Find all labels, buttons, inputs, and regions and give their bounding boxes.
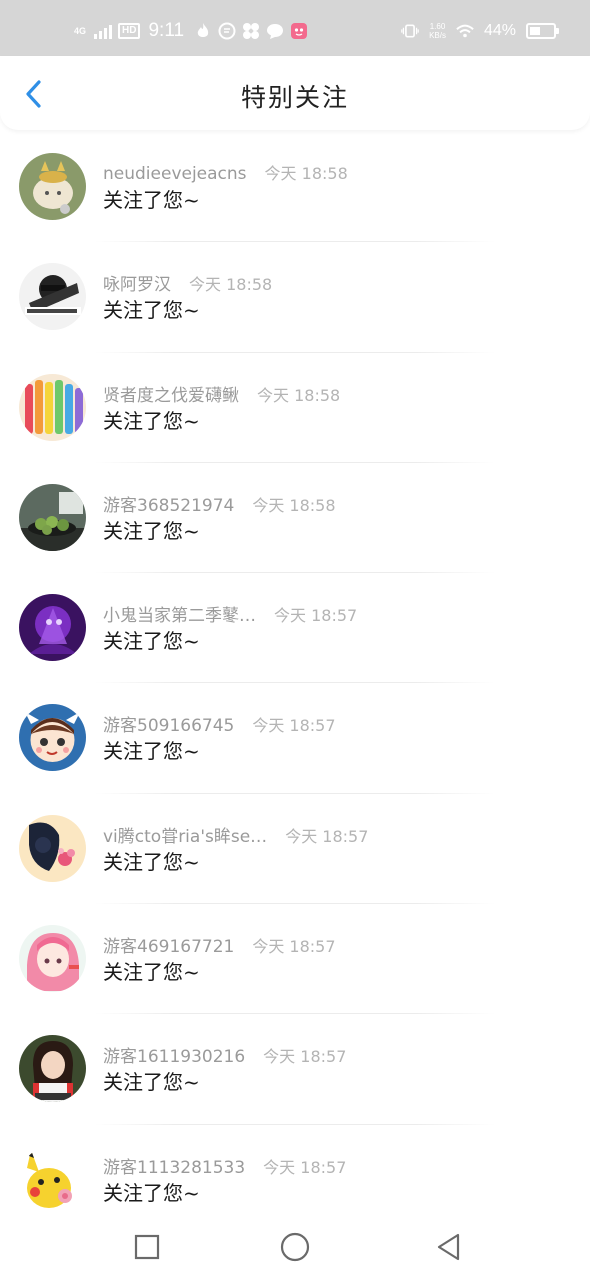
battery-icon [526, 23, 559, 39]
chat-bubble-icon [266, 22, 284, 40]
action-text: 关注了您~ [103, 408, 200, 433]
nav-bar: 特别关注 [0, 56, 590, 130]
username[interactable]: vi腾cto甞ria's眸se… [103, 822, 267, 847]
avatar[interactable] [19, 153, 86, 220]
action-text: 关注了您~ [103, 739, 200, 764]
list-item[interactable]: 游客509166745 今天 18:57 关注了您~ [0, 683, 590, 794]
timestamp: 今天 18:57 [252, 716, 336, 736]
timestamp: 今天 18:57 [252, 937, 336, 957]
username[interactable]: 游客509166745 [103, 711, 234, 736]
status-bar: 4G HD 9:11 1.60 KB/s 44% [0, 0, 590, 56]
action-text: 关注了您~ [103, 1180, 200, 1205]
username[interactable]: neudieevejeacns [103, 164, 247, 184]
avatar[interactable] [19, 1145, 86, 1213]
row-header: 游客509166745 今天 18:57 [103, 711, 336, 736]
circle-icon [280, 1232, 310, 1262]
action-text: 关注了您~ [103, 629, 200, 654]
list-item[interactable]: neudieevejeacns 今天 18:58 关注了您~ [0, 132, 590, 243]
username[interactable]: 游客1113281533 [103, 1153, 245, 1178]
timestamp: 今天 18:58 [257, 385, 341, 405]
row-header: 游客469167721 今天 18:57 [103, 932, 336, 957]
square-icon [134, 1234, 160, 1260]
network-speed: 1.60 KB/s [429, 22, 446, 40]
timestamp: 今天 18:57 [263, 1157, 347, 1177]
app-pink-icon [290, 22, 308, 40]
action-text: 关注了您~ [103, 298, 200, 323]
hd-badge: HD [118, 23, 141, 39]
app-notification-icon [218, 22, 236, 40]
row-header: 贤者度之伐爱礴鳅 今天 18:58 [103, 381, 340, 406]
avatar[interactable] [19, 594, 86, 662]
follow-list: neudieevejeacns 今天 18:58 关注了您~ 咏阿罗汉 今天 1… [0, 132, 590, 1235]
status-right: 1.60 KB/s 44% [401, 18, 559, 44]
list-item[interactable]: 贤者度之伐爱礴鳅 今天 18:58 关注了您~ [0, 353, 590, 463]
list-item[interactable]: 小鬼当家第二季鼕… 今天 18:57 关注了您~ [0, 573, 590, 684]
action-text: 关注了您~ [103, 188, 200, 212]
action-text: 关注了您~ [103, 518, 200, 543]
row-header: neudieevejeacns 今天 18:58 [103, 160, 348, 184]
avatar[interactable] [19, 925, 86, 993]
status-time: 9:11 [148, 20, 185, 41]
battery-level-fill [530, 27, 540, 35]
system-nav-bar [0, 1212, 590, 1280]
row-header: 游客1611930216 今天 18:57 [103, 1042, 346, 1067]
timestamp: 今天 18:57 [274, 606, 358, 626]
system-back-button[interactable] [432, 1230, 466, 1264]
list-item[interactable]: vi腾cto甞ria's眸se… 今天 18:57 关注了您~ [0, 794, 590, 905]
avatar[interactable] [19, 263, 86, 331]
avatar[interactable] [19, 704, 86, 772]
speed-unit: KB/s [429, 31, 446, 40]
username[interactable]: 咏阿罗汉 [103, 270, 171, 295]
home-button[interactable] [278, 1230, 312, 1264]
fan-icon [242, 22, 260, 40]
row-header: 游客368521974 今天 18:58 [103, 491, 336, 516]
username[interactable]: 游客1611930216 [103, 1042, 245, 1067]
timestamp: 今天 18:58 [264, 164, 348, 183]
timestamp: 今天 18:57 [263, 1047, 347, 1067]
recents-button[interactable] [130, 1230, 164, 1264]
avatar[interactable] [19, 1035, 86, 1103]
avatar[interactable] [19, 483, 86, 551]
battery-percent: 44% [483, 22, 516, 39]
list-item[interactable]: 游客469167721 今天 18:57 关注了您~ [0, 904, 590, 1015]
username[interactable]: 贤者度之伐爱礴鳅 [103, 381, 239, 406]
avatar[interactable] [19, 814, 86, 882]
fire-icon [194, 22, 212, 40]
avatar[interactable] [19, 373, 86, 441]
signal-icon [94, 23, 113, 39]
row-header: vi腾cto甞ria's眸se… 今天 18:57 [103, 822, 368, 847]
action-text: 关注了您~ [103, 1070, 200, 1095]
action-text: 关注了您~ [103, 849, 200, 874]
timestamp: 今天 18:58 [189, 275, 273, 295]
triangle-back-icon [437, 1233, 460, 1261]
timestamp: 今天 18:58 [252, 495, 336, 515]
row-header: 咏阿罗汉 今天 18:58 [103, 270, 272, 295]
list-item[interactable]: 咏阿罗汉 今天 18:58 关注了您~ [0, 242, 590, 353]
row-header: 游客1113281533 今天 18:57 [103, 1153, 346, 1178]
speed-value: 1.60 [429, 22, 446, 31]
status-left: 4G HD 9:11 [74, 18, 308, 44]
username[interactable]: 小鬼当家第二季鼕… [103, 601, 256, 626]
vibrate-icon [401, 22, 419, 40]
action-text: 关注了您~ [103, 960, 200, 985]
row-header: 小鬼当家第二季鼕… 今天 18:57 [103, 601, 357, 626]
timestamp: 今天 18:57 [285, 826, 369, 846]
username[interactable]: 游客469167721 [103, 932, 234, 957]
list-item[interactable]: 游客368521974 今天 18:58 关注了您~ [0, 463, 590, 574]
page-title: 特别关注 [240, 83, 349, 112]
network-type: 4G [74, 25, 87, 36]
list-item[interactable]: 游客1611930216 今天 18:57 关注了您~ [0, 1014, 590, 1125]
username[interactable]: 游客368521974 [103, 491, 234, 516]
wifi-icon [456, 22, 474, 40]
